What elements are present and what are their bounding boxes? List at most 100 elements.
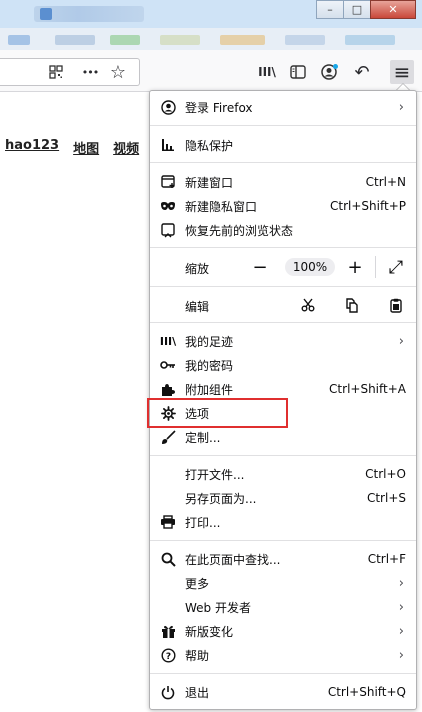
menu-icon[interactable]: ≡ [390, 60, 414, 84]
zoom-in-button[interactable]: + [344, 256, 366, 278]
divider [375, 256, 376, 278]
minimize-icon: – [327, 3, 333, 16]
star-icon[interactable]: ☆ [106, 60, 130, 84]
zoom-out-button[interactable]: − [249, 256, 271, 278]
bookmarks-toolbar [0, 28, 422, 50]
gift-icon [160, 623, 176, 639]
bookmark-item[interactable] [55, 35, 95, 45]
new-window-icon [160, 174, 176, 190]
menu-item-web-developer[interactable]: Web 开发者 › [150, 595, 416, 619]
title-bar: – □ ✕ [0, 0, 422, 28]
qr-code-icon[interactable] [44, 60, 68, 84]
divider [150, 673, 416, 674]
chevron-right-icon: › [398, 647, 404, 663]
menu-item-label: 新版变化 [185, 624, 234, 639]
more-icon[interactable]: ••• [78, 60, 102, 84]
bookmark-item[interactable] [285, 35, 325, 45]
link-map[interactable]: 地图 [73, 138, 99, 157]
menu-item-open-file[interactable]: 打开文件... Ctrl+O [150, 462, 416, 486]
menu-item-label: 打印... [185, 515, 221, 530]
menu-item-save-page[interactable]: 另存页面为... Ctrl+S [150, 486, 416, 510]
paste-icon[interactable] [386, 295, 406, 315]
highlight-box [147, 398, 288, 428]
menu-item-label: 登录 Firefox [185, 100, 253, 115]
menu-item-privacy[interactable]: 隐私保护 [150, 133, 416, 157]
divider [150, 455, 416, 456]
power-icon [160, 684, 176, 700]
link-hao123[interactable]: hao123 [5, 138, 59, 157]
key-icon [160, 357, 176, 373]
page-nav-links: hao123 地图 视频 [5, 138, 139, 157]
account-icon [160, 99, 176, 115]
menu-item-help[interactable]: ? 帮助 › [150, 643, 416, 667]
library-icon[interactable]: III\ [255, 60, 279, 84]
back-icon[interactable]: ↶ [350, 60, 374, 84]
menu-item-new-window[interactable]: 新建窗口 Ctrl+N [150, 170, 416, 194]
divider [150, 125, 416, 126]
copy-icon[interactable] [342, 295, 362, 315]
private-mask-icon [160, 198, 176, 214]
chevron-right-icon: › [398, 333, 404, 349]
menu-item-restore-session[interactable]: 恢复先前的浏览状态 [150, 218, 416, 242]
svg-text:?: ? [165, 652, 170, 662]
menu-item-label: 定制... [185, 430, 221, 445]
shortcut-label: Ctrl+Shift+P [330, 199, 406, 213]
bookmark-item[interactable] [345, 35, 395, 45]
bookmark-item[interactable] [220, 35, 265, 45]
tab-favicon-icon [40, 8, 52, 20]
sidebar-icon[interactable] [286, 60, 310, 84]
restore-icon [160, 222, 176, 238]
menu-item-label: 附加组件 [185, 382, 234, 397]
shortcut-label: Ctrl+N [365, 175, 406, 189]
menu-item-passwords[interactable]: 我的密码 [150, 353, 416, 377]
zoom-controls: 缩放 − 100% + ⤢ [150, 252, 416, 282]
menu-item-more[interactable]: 更多 › [150, 571, 416, 595]
menu-item-label: 在此页面中查找... [185, 552, 281, 567]
menu-item-exit[interactable]: 退出 Ctrl+Shift+Q [150, 680, 416, 704]
fullscreen-icon[interactable]: ⤢ [385, 256, 407, 278]
close-icon: ✕ [388, 3, 398, 16]
menu-item-label: 更多 [185, 576, 210, 591]
menu-item-label: 另存页面为... [185, 491, 257, 506]
bookmark-item[interactable] [8, 35, 30, 45]
shortcut-label: Ctrl+S [366, 491, 406, 505]
maximize-button[interactable]: □ [343, 0, 371, 19]
chart-icon [160, 137, 176, 153]
menu-item-label: 退出 [185, 685, 210, 700]
search-icon [160, 551, 176, 567]
menu-item-label: 我的密码 [185, 358, 234, 373]
maximize-icon: □ [351, 3, 363, 16]
edit-label: 编辑 [185, 300, 210, 314]
shortcut-label: Ctrl+Shift+A [329, 382, 406, 396]
cut-icon[interactable] [298, 295, 318, 315]
nav-toolbar: ••• ☆ III\ ↶ ≡ [0, 50, 422, 92]
menu-item-new-private-window[interactable]: 新建隐私窗口 Ctrl+Shift+P [150, 194, 416, 218]
divider [150, 286, 416, 287]
menu-item-label: 打开文件... [185, 467, 245, 482]
link-video[interactable]: 视频 [113, 138, 139, 157]
zoom-reset-button[interactable]: 100% [285, 258, 335, 276]
bookmark-item[interactable] [110, 35, 140, 45]
divider [150, 540, 416, 541]
library-icon: III\ [159, 334, 177, 348]
zoom-label: 缩放 [185, 262, 210, 276]
account-icon[interactable] [318, 60, 342, 84]
minimize-button[interactable]: – [316, 0, 344, 19]
menu-item-print[interactable]: 打印... [150, 510, 416, 534]
puzzle-icon [160, 381, 176, 397]
menu-item-label: 我的足迹 [185, 334, 234, 349]
menu-item-label: 恢复先前的浏览状态 [185, 223, 294, 238]
menu-item-whats-new[interactable]: 新版变化 › [150, 619, 416, 643]
bookmark-item[interactable] [160, 35, 200, 45]
window-controls: – □ ✕ [316, 0, 416, 20]
shortcut-label: Ctrl+O [365, 467, 406, 481]
menu-item-customize[interactable]: 定制... [150, 425, 416, 449]
chevron-right-icon: › [398, 623, 404, 639]
divider [150, 322, 416, 323]
close-button[interactable]: ✕ [370, 0, 416, 19]
menu-item-sign-in[interactable]: 登录 Firefox › [150, 95, 416, 119]
menu-item-label: 隐私保护 [185, 138, 234, 153]
chevron-right-icon: › [398, 599, 404, 615]
menu-item-find[interactable]: 在此页面中查找... Ctrl+F [150, 547, 416, 571]
menu-item-library[interactable]: III\ 我的足迹 › [150, 329, 416, 353]
